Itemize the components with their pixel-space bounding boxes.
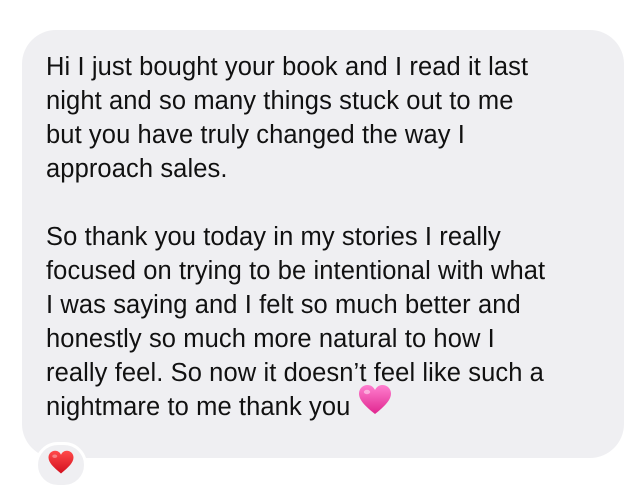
red-heart-icon [47,450,75,480]
message-line: Hi I just bought your book and I read it… [46,53,529,81]
message-view: Hi I just bought your book and I read it… [0,0,644,492]
message-line-last: nightmare to me thank you [46,384,600,425]
message-bubble[interactable]: Hi I just bought your book and I read it… [22,30,624,458]
message-line: but you have truly changed the way I [46,121,465,149]
message-line-text: nightmare to me thank you [46,393,351,421]
message-line: honestly so much more natural to how I [46,325,495,353]
message-line: I was saying and I felt so much better a… [46,291,521,319]
message-paragraph-2: So thank you today in my stories I reall… [46,220,600,425]
message-paragraph-1: Hi I just bought your book and I read it… [46,50,600,186]
message-line: night and so many things stuck out to me [46,87,514,115]
message-line: So thank you today in my stories I reall… [46,223,501,251]
pink-heart-icon [358,384,392,425]
message-line: really feel. So now it doesn’t feel like… [46,359,544,387]
reaction-badge[interactable] [35,442,87,488]
message-line: approach sales. [46,155,228,183]
message-line: focused on trying to be intentional with… [46,257,546,285]
